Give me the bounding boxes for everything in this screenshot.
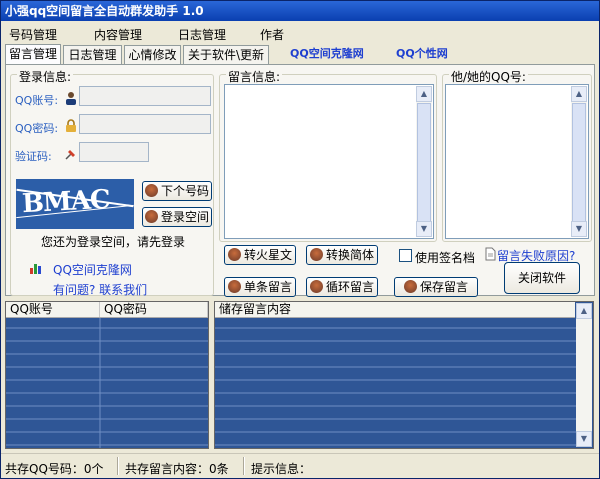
contact-us-link[interactable]: 有问题? 联系我们 xyxy=(53,281,147,298)
app-window: 小强qq空间留言全自动群发助手 1.0 号码管理 内容管理 日志管理 作者 留言… xyxy=(0,0,600,479)
col-saved-content[interactable]: 储存留言内容 xyxy=(215,302,575,317)
bar-chart-icon xyxy=(30,264,41,274)
status-message-count: 共存留言内容：0条 xyxy=(125,462,229,476)
convert-simplified-button[interactable]: 转换简体 xyxy=(306,245,378,265)
captcha-label: 验证码: xyxy=(15,150,52,163)
status-bar: 共存QQ号码：0个 共存留言内容：0条 提示信息： xyxy=(1,453,599,478)
avatar-icon xyxy=(144,184,158,197)
target-scrollbar[interactable]: ▲ ▼ xyxy=(571,86,587,237)
avatar-icon xyxy=(403,280,417,293)
save-message-button[interactable]: 保存留言 xyxy=(394,277,478,297)
lock-icon xyxy=(66,119,76,132)
saved-message-grid[interactable]: 储存留言内容 ▲ ▼ xyxy=(214,301,594,449)
qq-account-label: QQ账号: xyxy=(15,94,59,107)
loop-message-button[interactable]: 循环留言 xyxy=(306,277,378,297)
target-qq-group: 他/她的QQ号: ▲ ▼ xyxy=(442,68,592,242)
captcha-input[interactable] xyxy=(79,142,149,162)
convert-mars-button[interactable]: 转火星文 xyxy=(224,245,296,265)
scroll-up-icon[interactable]: ▲ xyxy=(571,86,587,102)
qq-password-label: QQ密码: xyxy=(15,122,59,135)
account-grid-lines xyxy=(6,318,208,448)
next-number-button[interactable]: 下个号码 xyxy=(142,181,212,201)
target-qq-title: 他/她的QQ号: xyxy=(449,68,528,85)
message-panel: 登录信息: QQ账号: QQ密码: 验证码: BMAC 下个号码 登录空间 您还… xyxy=(5,64,595,298)
avatar-icon xyxy=(309,280,323,293)
menu-number-mgmt[interactable]: 号码管理 xyxy=(9,26,57,43)
avatar-icon xyxy=(227,280,241,293)
scroll-down-icon[interactable]: ▼ xyxy=(571,221,587,237)
menu-log-mgmt[interactable]: 日志管理 xyxy=(178,26,226,43)
scroll-up-icon[interactable]: ▲ xyxy=(416,86,432,102)
menu-content-mgmt[interactable]: 内容管理 xyxy=(94,26,142,43)
captcha-text: BMAC xyxy=(21,184,111,220)
status-qq-count: 共存QQ号码：0个 xyxy=(5,462,104,476)
avatar-icon xyxy=(309,248,323,261)
saved-grid-lines xyxy=(215,327,577,446)
qzone-clone-link[interactable]: QQ空间克隆网 xyxy=(290,45,364,61)
login-group: 登录信息: QQ账号: QQ密码: 验证码: BMAC 下个号码 登录空间 您还… xyxy=(10,68,214,298)
tab-mood-edit[interactable]: 心情修改 xyxy=(124,45,181,65)
tab-log-mgmt[interactable]: 日志管理 xyxy=(63,45,122,65)
account-grid-header: QQ账号 QQ密码 xyxy=(6,302,208,318)
window-title: 小强qq空间留言全自动群发助手 1.0 xyxy=(1,1,599,21)
pin-icon xyxy=(65,150,75,160)
single-message-button[interactable]: 单条留言 xyxy=(224,277,296,297)
col-qq-password[interactable]: QQ密码 xyxy=(100,302,208,317)
qq-personal-link[interactable]: QQ个性网 xyxy=(396,45,448,61)
account-grid[interactable]: QQ账号 QQ密码 xyxy=(5,301,209,449)
scroll-down-icon[interactable]: ▼ xyxy=(576,431,592,447)
avatar-icon xyxy=(227,248,241,261)
message-group-title: 留言信息: xyxy=(226,68,283,85)
login-notice: 您还为登录空间，请先登录 xyxy=(41,235,186,249)
target-qq-textarea[interactable]: ▲ ▼ xyxy=(445,84,589,239)
user-icon xyxy=(66,92,76,105)
scroll-down-icon[interactable]: ▼ xyxy=(416,221,432,237)
signature-checkbox-label: 使用签名档 xyxy=(415,251,476,265)
message-textarea[interactable]: ▲ ▼ xyxy=(224,84,434,239)
status-hint: 提示信息： xyxy=(251,462,312,476)
qq-password-input[interactable] xyxy=(79,114,211,134)
captcha-image[interactable]: BMAC xyxy=(16,179,134,229)
qzone-clone-bottom-link[interactable]: QQ空间克隆网 xyxy=(53,261,132,278)
signature-checkbox[interactable] xyxy=(399,249,412,262)
login-group-title: 登录信息: xyxy=(17,68,74,85)
qq-account-input[interactable] xyxy=(79,86,211,106)
message-group: 留言信息: ▲ ▼ xyxy=(219,68,437,242)
close-software-button[interactable]: 关闭软件 xyxy=(504,262,580,294)
saved-message-grid-header: 储存留言内容 xyxy=(215,302,575,318)
scroll-up-icon[interactable]: ▲ xyxy=(576,303,592,319)
message-scrollbar[interactable]: ▲ ▼ xyxy=(416,86,432,237)
menu-author[interactable]: 作者 xyxy=(260,26,284,43)
menu-bar: 号码管理 内容管理 日志管理 作者 xyxy=(1,23,599,43)
saved-grid-scrollbar[interactable]: ▲ ▼ xyxy=(576,303,592,447)
col-qq-account[interactable]: QQ账号 xyxy=(6,302,100,317)
login-zone-button[interactable]: 登录空间 xyxy=(142,207,212,227)
avatar-icon xyxy=(144,210,158,223)
document-icon xyxy=(485,247,496,261)
tab-message-mgmt[interactable]: 留言管理 xyxy=(5,44,61,65)
tab-about-update[interactable]: 关于软件\更新 xyxy=(183,45,269,65)
